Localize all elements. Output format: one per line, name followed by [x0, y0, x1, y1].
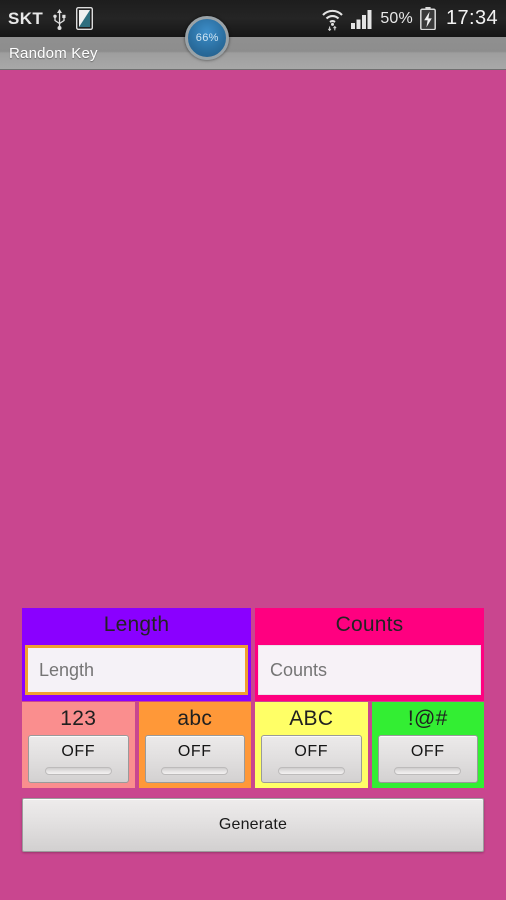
toggle-switch-uppercase[interactable]: OFF: [261, 735, 362, 783]
toggle-label-uppercase: ABC: [289, 706, 334, 730]
toggle-switch-symbols[interactable]: OFF: [377, 735, 478, 783]
battery-percent-badge-label: 66%: [195, 31, 219, 44]
toggle-state-uppercase: OFF: [294, 742, 329, 760]
toggle-cell-symbols: !@# OFF: [371, 702, 484, 788]
phone-screen-icon: [76, 7, 94, 30]
character-class-toggles-row: 123 OFF abc OFF ABC OFF !@# OFF: [22, 702, 484, 788]
toggle-indicator-bar: [394, 766, 462, 775]
toggle-indicator-bar: [277, 766, 345, 775]
toggle-state-numbers: OFF: [61, 742, 96, 760]
length-input[interactable]: [28, 648, 245, 692]
toggle-state-symbols: OFF: [410, 742, 445, 760]
wifi-icon: [321, 7, 344, 31]
generate-button[interactable]: Generate: [22, 798, 484, 852]
app-title-bar: Random Key: [0, 37, 506, 70]
counts-border: [258, 645, 481, 695]
battery-charging-icon: [419, 7, 436, 30]
clock-label: 17:34: [445, 7, 498, 29]
main-content: Length Counts: [0, 70, 506, 900]
length-focus-ring: [25, 645, 248, 695]
toggle-indicator-bar: [161, 766, 229, 775]
fields-row: Length Counts: [22, 608, 484, 701]
toggle-cell-lowercase: abc OFF: [138, 702, 251, 788]
app-root: SKT 66% 50% 17:34 Random Key Length Leng…: [0, 0, 506, 900]
counts-header: Counts: [255, 608, 484, 642]
toggle-state-lowercase: OFF: [177, 742, 212, 760]
toggle-switch-lowercase[interactable]: OFF: [144, 735, 245, 783]
counts-field-group: Counts: [255, 608, 484, 701]
toggle-label-numbers: 123: [60, 706, 97, 730]
toggle-cell-numbers: 123 OFF: [22, 702, 135, 788]
status-bar: SKT 66% 50% 17:34: [0, 0, 506, 60]
usb-icon: [52, 8, 67, 30]
status-bar-left-group: SKT: [8, 7, 94, 30]
length-input-wrapper: [22, 642, 251, 701]
counts-input-wrapper: [255, 642, 484, 701]
counts-input[interactable]: [259, 646, 480, 694]
cellular-signal-icon: [351, 9, 373, 29]
toggle-label-lowercase: abc: [177, 706, 213, 730]
battery-percent-label: 50%: [380, 9, 413, 27]
length-field-group: Length: [22, 608, 251, 701]
length-header: Length: [22, 608, 251, 642]
control-panel: Length Counts: [22, 608, 484, 852]
page-title: Random Key: [9, 44, 98, 62]
carrier-label: SKT: [8, 8, 44, 28]
toggle-cell-uppercase: ABC OFF: [255, 702, 368, 788]
battery-percent-badge: 66%: [185, 15, 230, 60]
toggle-switch-numbers[interactable]: OFF: [28, 735, 129, 783]
toggle-label-symbols: !@#: [407, 706, 448, 730]
status-bar-right-group: 50% 17:34: [321, 7, 498, 31]
toggle-indicator-bar: [44, 766, 112, 775]
